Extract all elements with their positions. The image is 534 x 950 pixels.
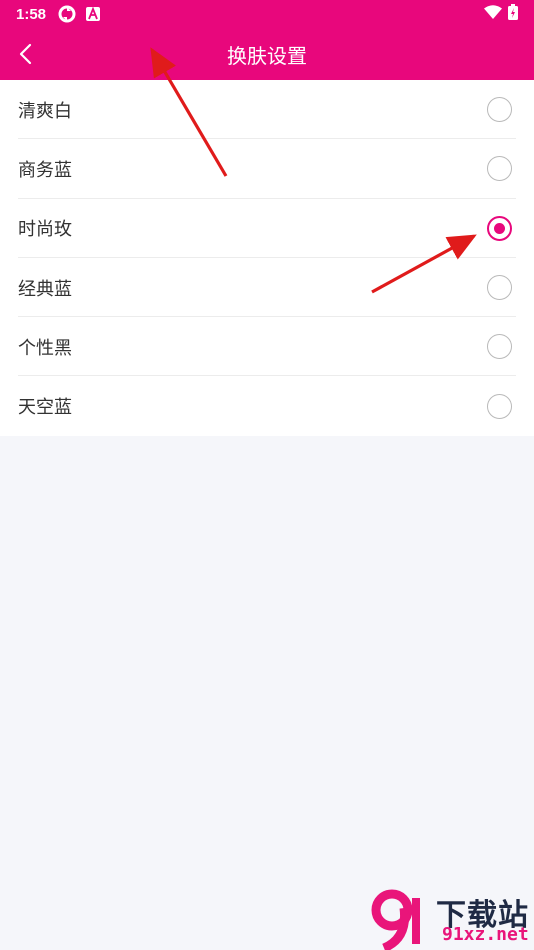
skin-option-label: 天空蓝 <box>18 397 72 418</box>
toolbar: 换肤设置 <box>0 28 534 80</box>
watermark-logo <box>371 889 420 950</box>
radio-button-selected[interactable] <box>487 215 512 241</box>
radio-button[interactable] <box>487 393 512 419</box>
page-title: 换肤设置 <box>227 45 307 68</box>
radio-button[interactable] <box>487 275 512 301</box>
skin-option-qingshuangbai[interactable]: 清爽白 <box>0 80 534 140</box>
radio-button[interactable] <box>487 156 512 182</box>
wifi-icon <box>484 5 502 23</box>
back-button[interactable] <box>6 34 46 74</box>
skin-option-gexinghei[interactable]: 个性黑 <box>0 317 534 377</box>
radio-dot <box>494 222 505 234</box>
skin-option-jingdianlan[interactable]: 经典蓝 <box>0 258 534 318</box>
radio-button[interactable] <box>487 334 512 360</box>
sync-icon <box>58 5 76 23</box>
app-bar: 1:58 换肤设置 <box>0 0 534 80</box>
skin-options-list: 清爽白 商务蓝 时尚玫 经典蓝 个性黑 天空蓝 <box>0 80 534 436</box>
chevron-left-icon <box>19 43 32 65</box>
skin-option-tiankonglan[interactable]: 天空蓝 <box>0 376 534 435</box>
skin-option-shangwulan[interactable]: 商务蓝 <box>0 139 534 199</box>
skin-option-label: 经典蓝 <box>18 278 72 299</box>
skin-option-label: 时尚玫 <box>18 219 72 240</box>
font-a-icon <box>86 7 101 21</box>
status-right-icons <box>484 4 518 24</box>
watermark: 下载站 91xz.net <box>368 884 534 950</box>
battery-charging-icon <box>508 4 518 24</box>
skin-option-label: 个性黑 <box>18 337 72 358</box>
skin-option-shishangmei[interactable]: 时尚玫 <box>0 199 534 259</box>
status-bar: 1:58 <box>0 0 534 28</box>
skin-option-label: 商务蓝 <box>18 159 72 180</box>
radio-button[interactable] <box>487 97 512 123</box>
status-time: 1:58 <box>16 5 47 23</box>
watermark-domain: 91xz.net <box>442 924 529 945</box>
skin-option-label: 清爽白 <box>18 100 72 121</box>
